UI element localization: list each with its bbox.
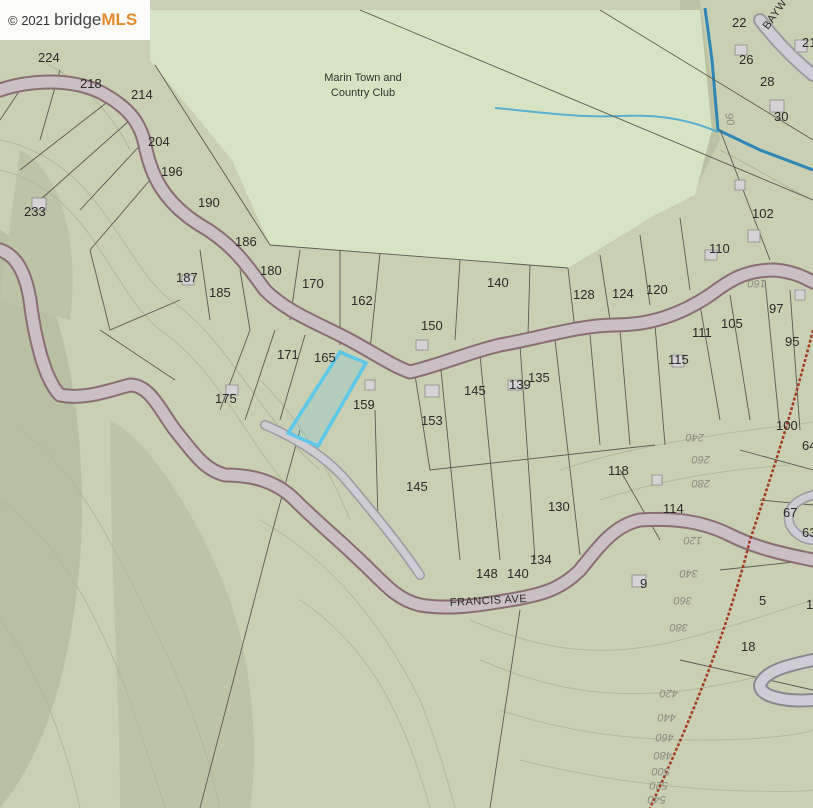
contour-label: 500 — [651, 765, 670, 777]
lot-label: 100 — [776, 418, 798, 433]
contour-label: 540 — [647, 793, 666, 805]
contour-label: 460 — [655, 731, 674, 743]
contour-label: 360 — [673, 594, 692, 606]
lot-label: 5 — [759, 593, 766, 608]
lot-label: 196 — [161, 164, 183, 179]
lot-label: 145 — [406, 479, 428, 494]
contour-label: 480 — [653, 749, 672, 761]
lot-label: 170 — [302, 276, 324, 291]
lot-label: 150 — [421, 318, 443, 333]
lot-label: 18 — [741, 639, 755, 654]
lot-label: 175 — [215, 391, 237, 406]
lot-label: 114 — [663, 501, 684, 516]
lot-label: 63 — [802, 525, 813, 540]
lot-label: 120 — [646, 282, 668, 297]
lot-label: 9 — [640, 576, 647, 591]
lot-label: 214 — [131, 87, 153, 102]
lot-label: 140 — [507, 566, 529, 581]
watermark-brand-accent: MLS — [101, 10, 138, 29]
lot-label: 110 — [709, 241, 730, 256]
lot-label: 22 — [732, 15, 746, 30]
club-label-line1: Marin Town and — [324, 72, 401, 84]
lot-label: 171 — [277, 347, 299, 362]
lot-label: 130 — [548, 499, 570, 514]
watermark-copyright: © 2021 — [8, 12, 51, 28]
parcel-map[interactable]: Marin Town and Country Club FRANCIS AVE … — [0, 0, 813, 808]
lot-label: 102 — [752, 206, 774, 221]
lot-label: 187 — [176, 270, 198, 285]
lot-label: 26 — [739, 52, 753, 67]
lot-label: 218 — [80, 76, 102, 91]
lot-label: 153 — [421, 413, 443, 428]
lot-label: 105 — [721, 316, 743, 331]
lot-label: 145 — [464, 383, 486, 398]
lot-label: 97 — [769, 301, 783, 316]
watermark-brand: bridge — [54, 10, 102, 29]
lot-label: 128 — [573, 287, 595, 302]
lot-label: 190 — [198, 195, 220, 210]
lot-label: 140 — [487, 275, 509, 290]
lot-label: 67 — [783, 505, 797, 520]
lot-label: 30 — [774, 109, 788, 124]
lot-label: 135 — [528, 370, 550, 385]
lot-label: 118 — [608, 463, 629, 478]
contour-label: 120 — [683, 534, 702, 546]
contour-label: 260 — [691, 453, 711, 465]
lot-label: 204 — [148, 134, 170, 149]
contour-label: 420 — [659, 687, 678, 699]
lot-label: 165 — [314, 350, 336, 365]
club-label-line2: Country Club — [331, 87, 395, 99]
bridgemls-watermark: © 2021 bridge MLS — [0, 0, 150, 40]
lot-label: 95 — [785, 334, 799, 349]
lot-label: 224 — [38, 50, 60, 65]
contour-label: 240 — [685, 431, 705, 443]
lot-label: 233 — [24, 204, 46, 219]
lot-label: 111 — [692, 325, 712, 340]
lot-label: 134 — [530, 552, 552, 567]
lot-label: 185 — [209, 285, 231, 300]
lot-label: 162 — [351, 293, 373, 308]
lot-label: 159 — [353, 397, 375, 412]
lot-label: 28 — [760, 74, 774, 89]
lot-label: 148 — [476, 566, 498, 581]
lot-label: 180 — [260, 263, 282, 278]
contour-label: 340 — [679, 567, 698, 579]
lot-label: 64 — [802, 438, 813, 453]
contour-label: 160 — [747, 277, 766, 289]
lot-label: 186 — [235, 234, 257, 249]
contour-label: 520 — [649, 779, 668, 791]
lot-label: 115 — [668, 352, 689, 367]
lot-label: 21 — [802, 35, 813, 50]
lot-label: 18 — [806, 597, 813, 612]
contour-label: 440 — [657, 711, 676, 723]
contour-label: 280 — [691, 477, 711, 489]
lot-label: 124 — [612, 286, 634, 301]
contour-label: 380 — [669, 621, 688, 633]
